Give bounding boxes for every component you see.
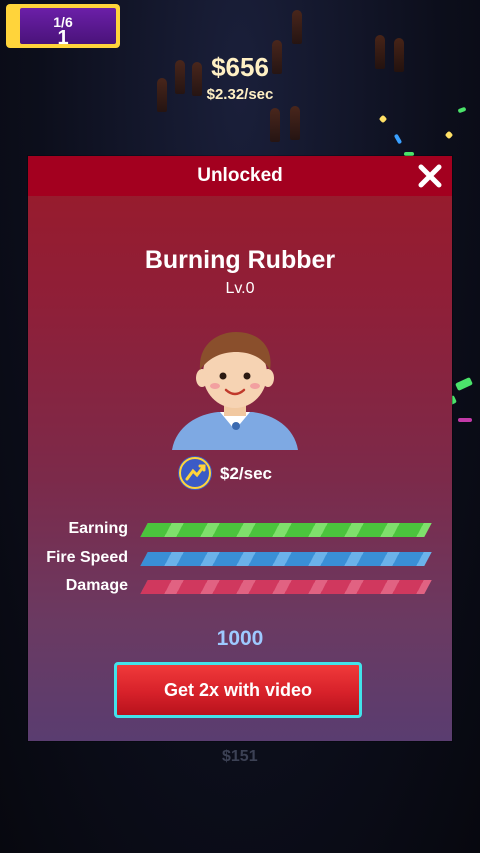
stat-bar-earning <box>140 523 432 537</box>
stat-label-earning: Earning <box>68 520 128 537</box>
stat-label-fire-speed: Fire Speed <box>46 549 128 566</box>
hero-level: Lv.0 <box>225 280 255 297</box>
video-button-label: Get 2x with video <box>163 680 313 700</box>
hero-name: Burning Rubber <box>144 246 336 274</box>
hero-avatar <box>172 332 298 450</box>
income-rate: $2.32/sec <box>206 86 274 103</box>
close-icon <box>418 164 442 188</box>
income-upgrade-icon <box>178 456 212 490</box>
stat-bar-damage <box>140 580 432 594</box>
close-button[interactable] <box>416 162 444 190</box>
bg-rocket <box>290 106 300 140</box>
money-total: $656 <box>211 52 269 82</box>
unlock-cost: 1000 <box>216 627 264 650</box>
get-2x-video-button[interactable]: Get 2x with video <box>114 662 362 718</box>
stat-bar-fire-speed <box>140 552 432 566</box>
stat-label-damage: Damage <box>65 577 128 594</box>
level-badge: 1/6 1 <box>6 4 120 48</box>
bg-rocket <box>270 108 280 142</box>
bg-rocket <box>292 10 302 44</box>
bg-price-label: $151 <box>222 748 258 765</box>
dialog-title: Unlocked <box>197 165 283 186</box>
income-value: $2/sec <box>220 464 272 483</box>
level-number: 1 <box>57 27 69 48</box>
unlock-dialog: Unlocked Burning Rubber Lv.0 $2/sec Earn… <box>28 156 452 741</box>
income-row: $2/sec <box>178 456 308 490</box>
